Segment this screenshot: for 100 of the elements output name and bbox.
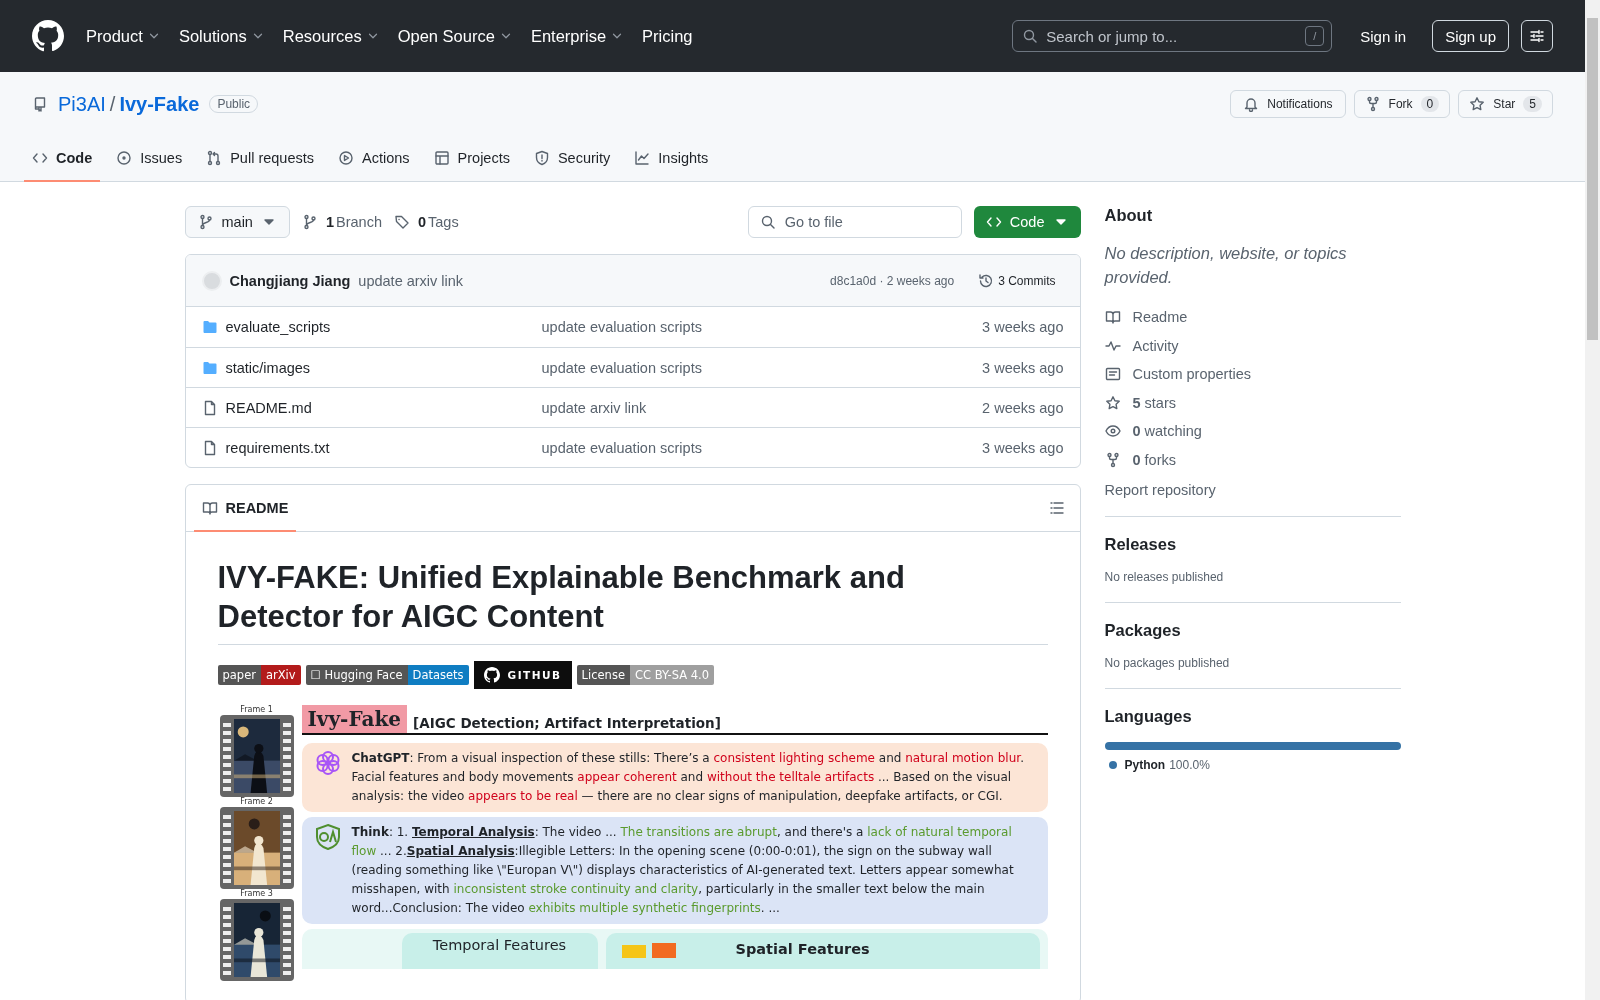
nav-menu-item[interactable]: Resources [274,20,388,52]
commit-message-link[interactable]: update evaluation scripts [541,319,983,335]
nav-menu-item[interactable]: Enterprise [522,20,633,52]
repo-tab[interactable]: Issues [108,142,191,182]
commit-time: 3 weeks ago [982,319,1064,335]
notifications-button[interactable]: Notifications [1230,90,1346,118]
sidebar-link[interactable]: 0 watching [1104,417,1401,446]
file-name-link[interactable]: README.md [225,399,542,416]
list-icon [1048,500,1065,516]
repo-tab[interactable]: Insights [626,142,717,182]
star-icon [1469,96,1486,112]
film-icon [651,943,676,958]
section-heading[interactable]: Releases [1104,535,1401,554]
nav-menu-item[interactable]: Pricing [634,20,701,52]
about-description: No description, website, or topics provided. [1104,243,1348,288]
nav-menu-item[interactable]: Solutions [170,20,273,52]
file-name-link[interactable]: static/images [225,359,542,376]
sidebar-link[interactable]: 0 forks [1104,445,1401,474]
circle-dot-icon [116,150,133,166]
feature-title: Temporal Features [432,937,567,953]
author-name[interactable]: Changjiang Jiang [229,272,351,289]
frame-label: Frame 3 [240,889,273,899]
commits-link[interactable]: 3 Commits [970,272,1064,289]
report-link[interactable]: Report repository [1104,482,1401,498]
graph-icon [634,150,651,166]
tags-link[interactable]: 0Tags [393,214,459,230]
section-heading: About [1104,206,1154,225]
nav-menu-item[interactable]: Product [78,20,169,52]
fork-button[interactable]: Fork 0 [1353,90,1451,118]
search-icon [759,214,776,230]
figure-title: Ivy-Fake [301,705,408,733]
fork-icon [1364,96,1381,112]
repo-icon [32,96,48,112]
file-name-link[interactable]: evaluate_scripts [225,319,542,335]
note-icon [1104,366,1121,383]
commit-message-link[interactable]: update evaluation scripts [541,439,983,456]
book-icon [1104,309,1121,326]
fork-icon [1104,451,1121,468]
sign-in-link[interactable]: Sign in [1348,21,1419,51]
sidebar-link[interactable]: 5 stars [1104,388,1401,417]
scrollbar[interactable] [1585,0,1600,1000]
github-badge-link[interactable]: GITHUB [473,661,572,689]
table-icon [433,150,450,166]
answer-text: ChatGPT: From a visual inspection of these stills: There’s a consistent lighting scheme and natural motion blur. Facial features and body movements appear coherent and without the telltale artifacts ... Based on the visual analysis: the video appears to be real — there are no clear signs of manipulation, deepfake artifacts, or CGI. [351,750,1025,805]
branch-selector[interactable]: main [184,206,290,238]
sidebar-link[interactable]: Custom properties [1104,360,1401,389]
search-icon [1022,28,1039,44]
nav-menu-item[interactable]: Open Source [389,20,521,52]
shield-logo-icon [313,823,342,851]
repo-name-link[interactable]: Ivy-Fake [119,92,200,116]
star-button[interactable]: Star 5 [1458,90,1553,118]
empty-note: No releases published [1104,570,1225,584]
shield-icon [533,150,550,166]
folder-icon [201,319,218,335]
commit-message-link[interactable]: update arxiv link [358,272,464,289]
branches-link[interactable]: 1 Branch [301,214,382,230]
language-link[interactable]: Python 100.0% [1104,758,1401,772]
history-icon [978,272,995,289]
repo-tab[interactable]: Code [24,142,101,182]
repo-tab[interactable]: Security [525,142,619,182]
repo-tab[interactable]: Pull requests [198,142,322,182]
repo-tab[interactable]: Projects [425,142,518,182]
go-to-file-field[interactable]: Go to file [747,206,962,238]
star-icon [1104,394,1121,411]
sliders-icon [1529,28,1545,44]
sign-up-button[interactable]: Sign up [1432,20,1509,52]
readme-title: IVY-FAKE: Unified Explainable Benchmark and Detector for AIGC Content [217,558,1048,645]
frame-label: Frame 1 [240,705,273,715]
frame-label: Frame 2 [240,797,273,807]
play-icon [338,150,354,166]
sidebar-link[interactable]: Activity [1104,331,1401,360]
repo-tab[interactable]: Actions [330,142,418,182]
commit-time: 3 weeks ago [982,359,1064,376]
folder-icon [201,359,218,376]
section-heading: Languages [1104,707,1193,726]
commit-message-link[interactable]: update evaluation scripts [541,359,983,376]
menu-button[interactable] [1521,20,1553,52]
tag-icon [393,214,410,230]
branch-icon [301,214,318,230]
eye-icon [1104,423,1121,440]
shortcut-key: / [1305,26,1325,46]
github-logo-icon [483,667,500,683]
commit-message-link[interactable]: update arxiv link [541,399,983,416]
file-name-link[interactable]: requirements.txt [225,439,542,456]
owner-link[interactable]: Pi3AI [58,92,106,116]
readme-tab[interactable]: README [193,485,297,532]
bell-icon [1243,96,1260,112]
book-icon [201,499,218,516]
section-heading[interactable]: Packages [1104,621,1401,640]
answer-text: Think: 1. Temporal Analysis: The video ... The transitions are abrupt, and there's a lack of natural temporal flow ... 2.Spatial Analysis:Illegible Letters: In the opening scene (0:00-0:01), the sign on the subway wall (reading something like \"Europan V\") displays characteristics of AI-generated text. Letters appear somewhat misshapen, with inconsistent stroke continuity and clarity, particularly in the smaller text below the main word...Conclusion: The video exhibits multiple synthetic fingerprints. ... [351,824,1015,917]
empty-note: No packages published [1104,656,1231,670]
code-button[interactable]: Code [973,206,1081,238]
github-logo-icon[interactable] [32,20,64,52]
sidebar-link[interactable]: Readme [1104,303,1401,332]
counter: 5 [1523,96,1542,112]
feature-title: Spatial Features [735,941,870,957]
path-separator: / [109,92,116,116]
branch-icon [197,214,214,230]
commit-hash-time[interactable]: d8c1a0d · 2 weeks ago [830,273,955,288]
commit-time: 3 weeks ago [982,439,1064,456]
